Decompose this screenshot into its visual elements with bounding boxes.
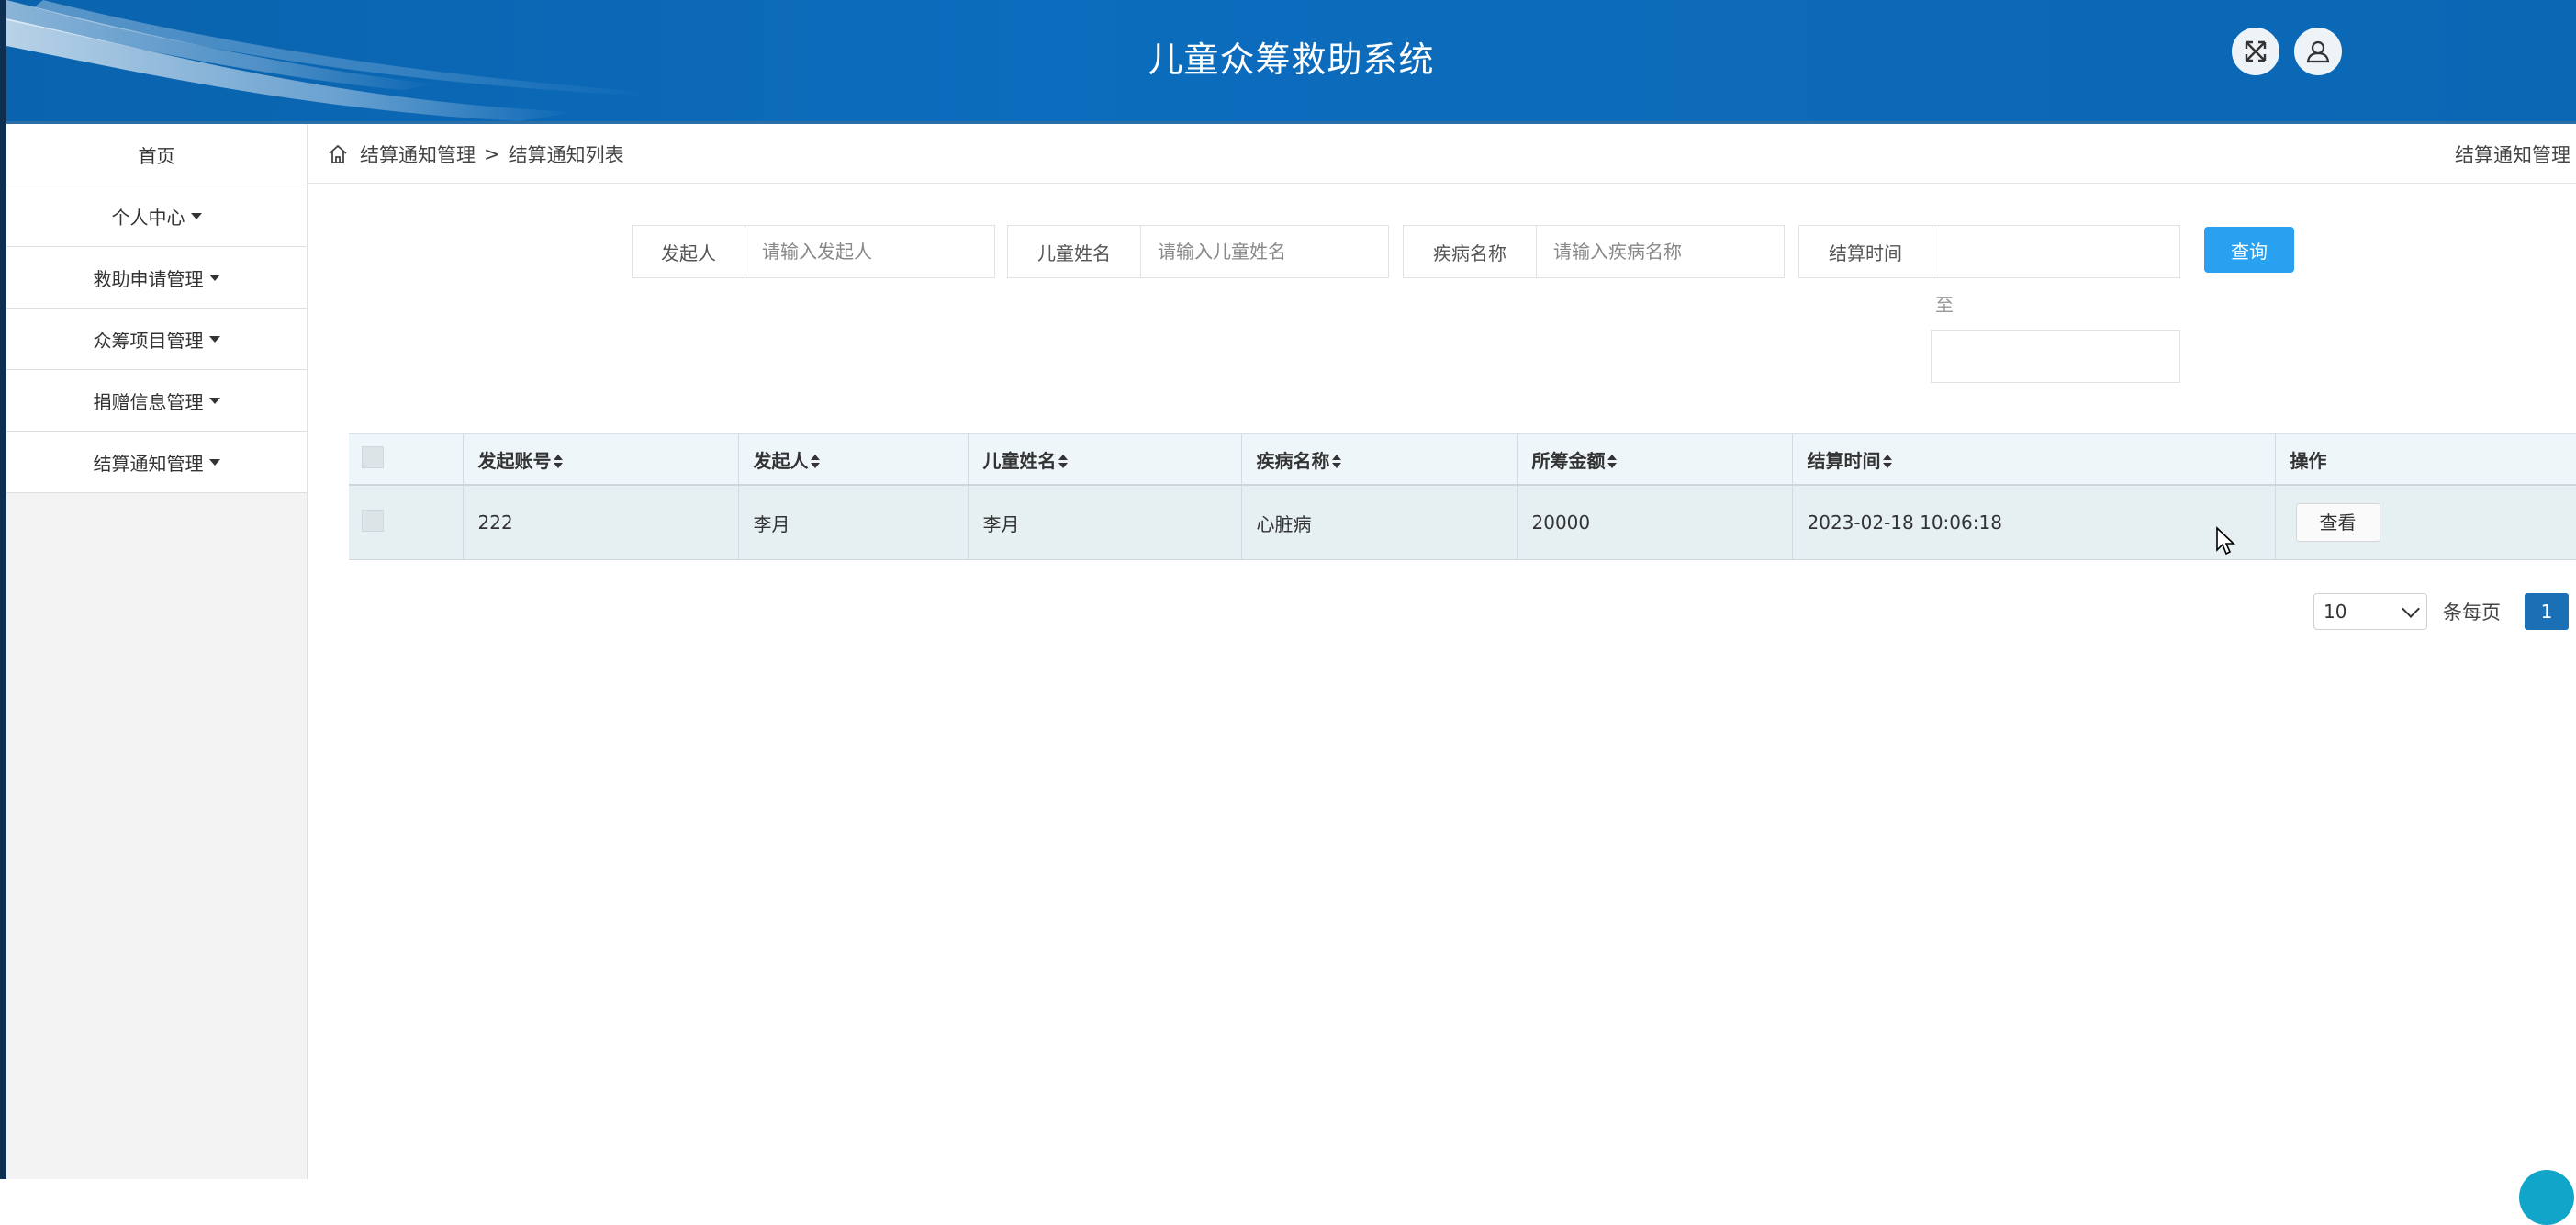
cell-disease: 心脏病	[1240, 485, 1517, 560]
table-header-row: 发起账号 发起人 儿童姓名 疾病名称 所筹金额 结算时间 操作	[349, 433, 2576, 486]
breadcrumb-parent[interactable]: 结算通知管理	[360, 140, 476, 168]
cell-account: 222	[462, 485, 738, 560]
column-header-settle-time[interactable]: 结算时间	[1791, 433, 2275, 486]
initiator-label: 发起人	[633, 226, 745, 277]
settle-time-label: 结算时间	[1799, 226, 1932, 277]
column-header-initiator[interactable]: 发起人	[737, 433, 968, 486]
cell-settle-time: 2023-02-18 10:06:18	[1791, 485, 2275, 560]
sidebar-item-crowdfunding-project[interactable]: 众筹项目管理	[6, 309, 307, 370]
mouse-cursor-icon	[2216, 526, 2236, 556]
fullscreen-button[interactable]	[2232, 28, 2279, 75]
cell-amount: 20000	[1516, 485, 1792, 560]
cell-action: 查看	[2274, 485, 2576, 560]
sidebar-item-aid-application[interactable]: 救助申请管理	[6, 247, 307, 309]
disease-label: 疾病名称	[1404, 226, 1537, 277]
cell-child-name: 李月	[967, 485, 1241, 560]
user-icon	[2306, 40, 2330, 63]
settle-time-end-input[interactable]	[1931, 330, 2180, 383]
chevron-down-icon	[2402, 600, 2420, 618]
app-title: 儿童众筹救助系统	[1148, 39, 1435, 80]
child-name-filter: 儿童姓名	[1007, 225, 1389, 278]
column-header-amount[interactable]: 所筹金额	[1516, 433, 1792, 486]
breadcrumb-current: 结算通知列表	[508, 144, 624, 166]
sidebar-item-label: 个人中心	[111, 206, 185, 229]
column-header-account[interactable]: 发起账号	[462, 433, 738, 486]
caret-down-icon	[208, 274, 220, 281]
sort-icon[interactable]	[553, 455, 563, 469]
sort-icon[interactable]	[1607, 455, 1617, 469]
window-edge	[0, 0, 6, 1179]
child-name-label: 儿童姓名	[1008, 226, 1141, 277]
date-range-to-label: 至	[1935, 294, 1954, 316]
user-menu-button[interactable]	[2294, 28, 2342, 75]
page-size-value: 10	[2324, 601, 2347, 623]
home-icon	[329, 144, 347, 163]
sort-icon[interactable]	[1331, 455, 1341, 469]
disease-input[interactable]	[1551, 240, 1784, 264]
sidebar-item-label: 首页	[138, 144, 175, 167]
expand-arrows-icon	[2245, 40, 2267, 62]
sidebar-item-label: 救助申请管理	[93, 267, 204, 290]
caret-down-icon	[208, 397, 220, 404]
settle-time-start-input[interactable]	[1947, 240, 2179, 264]
table-row: 222 李月 李月 心脏病 20000 2023-02-18 10:06:18 …	[349, 485, 2576, 560]
settle-time-filter: 结算时间	[1798, 225, 2180, 278]
settlement-table: 发起账号 发起人 儿童姓名 疾病名称 所筹金额 结算时间 操作 222 李月 李…	[349, 433, 2576, 560]
breadcrumb-bar: 结算通知管理 > 结算通知列表 结算通知管理	[308, 124, 2576, 184]
caret-down-icon	[190, 212, 202, 219]
query-button[interactable]: 查询	[2204, 227, 2294, 273]
sidebar-item-personal-center[interactable]: 个人中心	[6, 185, 307, 247]
row-checkbox[interactable]	[362, 509, 384, 532]
cell-initiator: 李月	[737, 485, 968, 560]
page-number-current[interactable]: 1	[2525, 593, 2569, 630]
initiator-input[interactable]	[760, 240, 994, 264]
column-header-child-name[interactable]: 儿童姓名	[967, 433, 1241, 486]
sidebar-item-label: 结算通知管理	[93, 452, 204, 475]
sidebar-item-settlement-notice[interactable]: 结算通知管理	[6, 432, 307, 493]
caret-down-icon	[208, 335, 220, 343]
sidebar-item-donation-info[interactable]: 捐赠信息管理	[6, 370, 307, 432]
view-button[interactable]: 查看	[2295, 503, 2380, 542]
sort-icon[interactable]	[1058, 455, 1068, 469]
caret-down-icon	[208, 458, 220, 466]
breadcrumb-separator: >	[484, 143, 500, 165]
sidebar-item-label: 捐赠信息管理	[93, 390, 204, 413]
select-all-checkbox[interactable]	[362, 445, 384, 468]
app-header: 儿童众筹救助系统	[6, 0, 2576, 121]
initiator-filter: 发起人	[632, 225, 995, 278]
per-page-label: 条每页	[2443, 601, 2501, 624]
floating-widget[interactable]	[2519, 1170, 2574, 1225]
sidebar-item-label: 众筹项目管理	[93, 329, 204, 352]
sidebar-item-home[interactable]: 首页	[6, 124, 307, 185]
column-header-disease[interactable]: 疾病名称	[1240, 433, 1517, 486]
child-name-input[interactable]	[1156, 240, 1388, 264]
page-size-select[interactable]: 10	[2313, 593, 2427, 630]
sidebar: 首页 个人中心 救助申请管理 众筹项目管理 捐赠信息管理 结算通知管理	[6, 124, 308, 1179]
page-section-title: 结算通知管理	[2455, 144, 2570, 166]
sort-icon[interactable]	[810, 455, 820, 469]
breadcrumb: 结算通知管理 > 结算通知列表	[327, 140, 624, 168]
column-header-action: 操作	[2274, 433, 2576, 486]
disease-filter: 疾病名称	[1403, 225, 1785, 278]
sort-icon[interactable]	[1882, 455, 1892, 469]
